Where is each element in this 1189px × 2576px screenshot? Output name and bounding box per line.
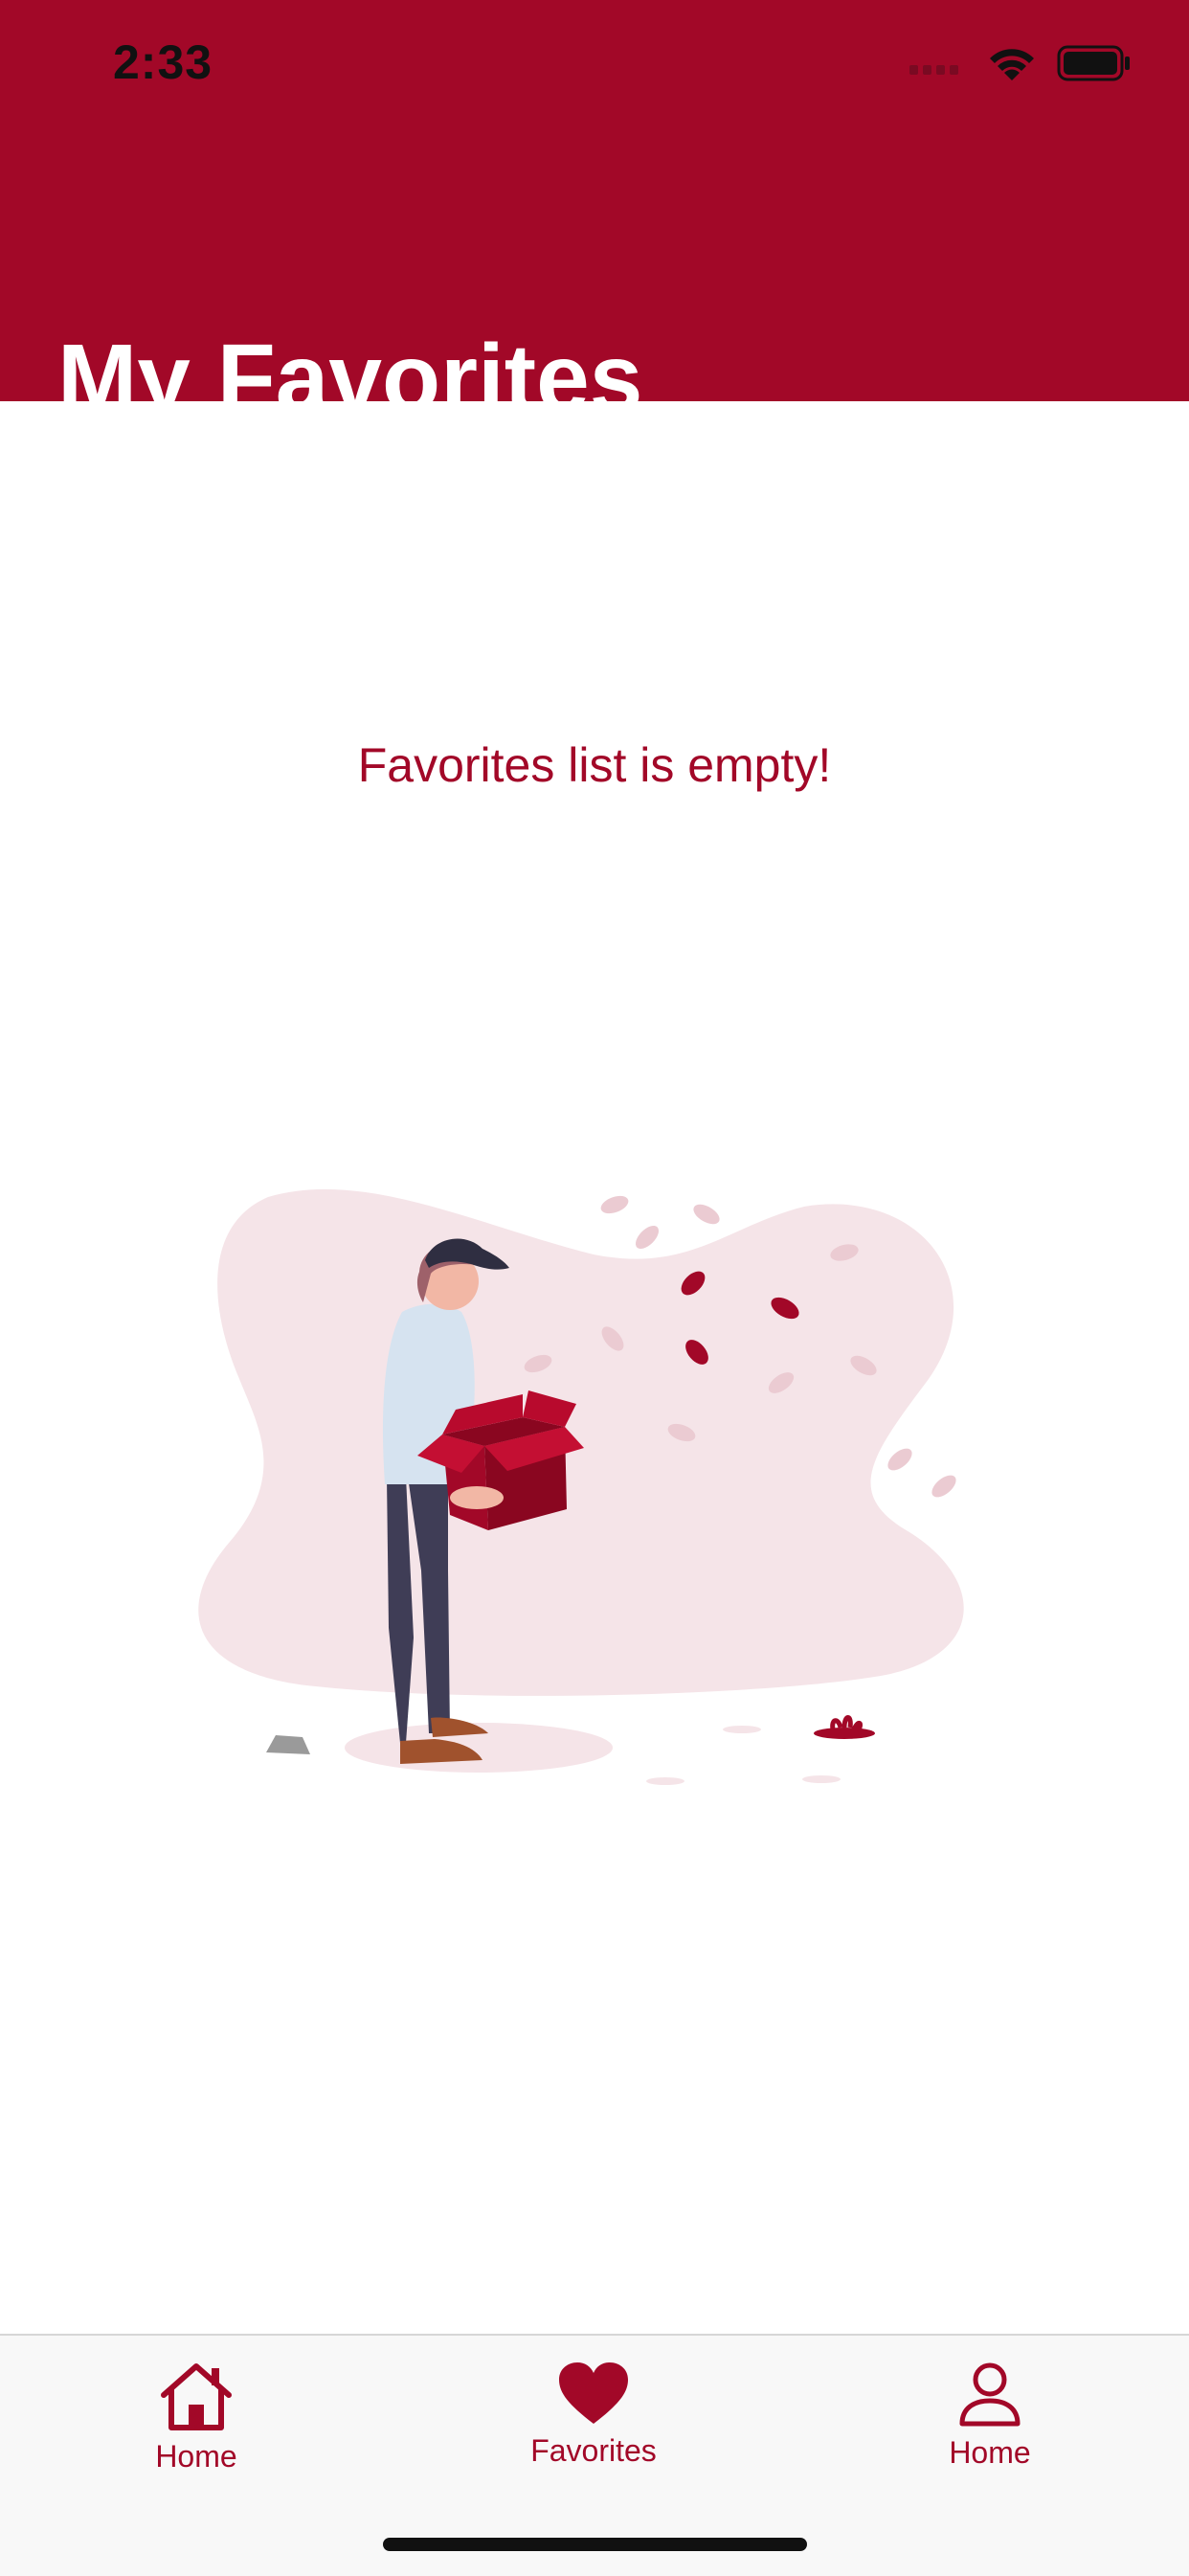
tab-bar: Home Favorites Home (0, 2334, 1189, 2576)
page-title: My Favorites (57, 325, 643, 432)
tab-favorites[interactable]: Favorites (450, 2361, 737, 2469)
house-icon (161, 2363, 232, 2430)
tab-label: Home (949, 2435, 1031, 2470)
tab-label: Home (155, 2439, 237, 2474)
heart-icon (559, 2362, 628, 2424)
wifi-icon (990, 49, 1034, 80)
battery-icon (1057, 45, 1130, 81)
empty-box-illustration (198, 1188, 964, 1785)
empty-state-message: Favorites list is empty! (357, 738, 832, 792)
status-time: 2:33 (113, 35, 213, 89)
person-icon (959, 2362, 1021, 2427)
navigation-header: 2:33 My Favorites (0, 0, 1189, 426)
signal-icon (909, 65, 958, 75)
status-icons (909, 44, 1132, 82)
tab-label: Favorites (530, 2433, 657, 2468)
home-indicator[interactable] (383, 2538, 807, 2551)
tab-home[interactable]: Home (53, 2361, 340, 2474)
tab-profile[interactable]: Home (846, 2361, 1133, 2471)
